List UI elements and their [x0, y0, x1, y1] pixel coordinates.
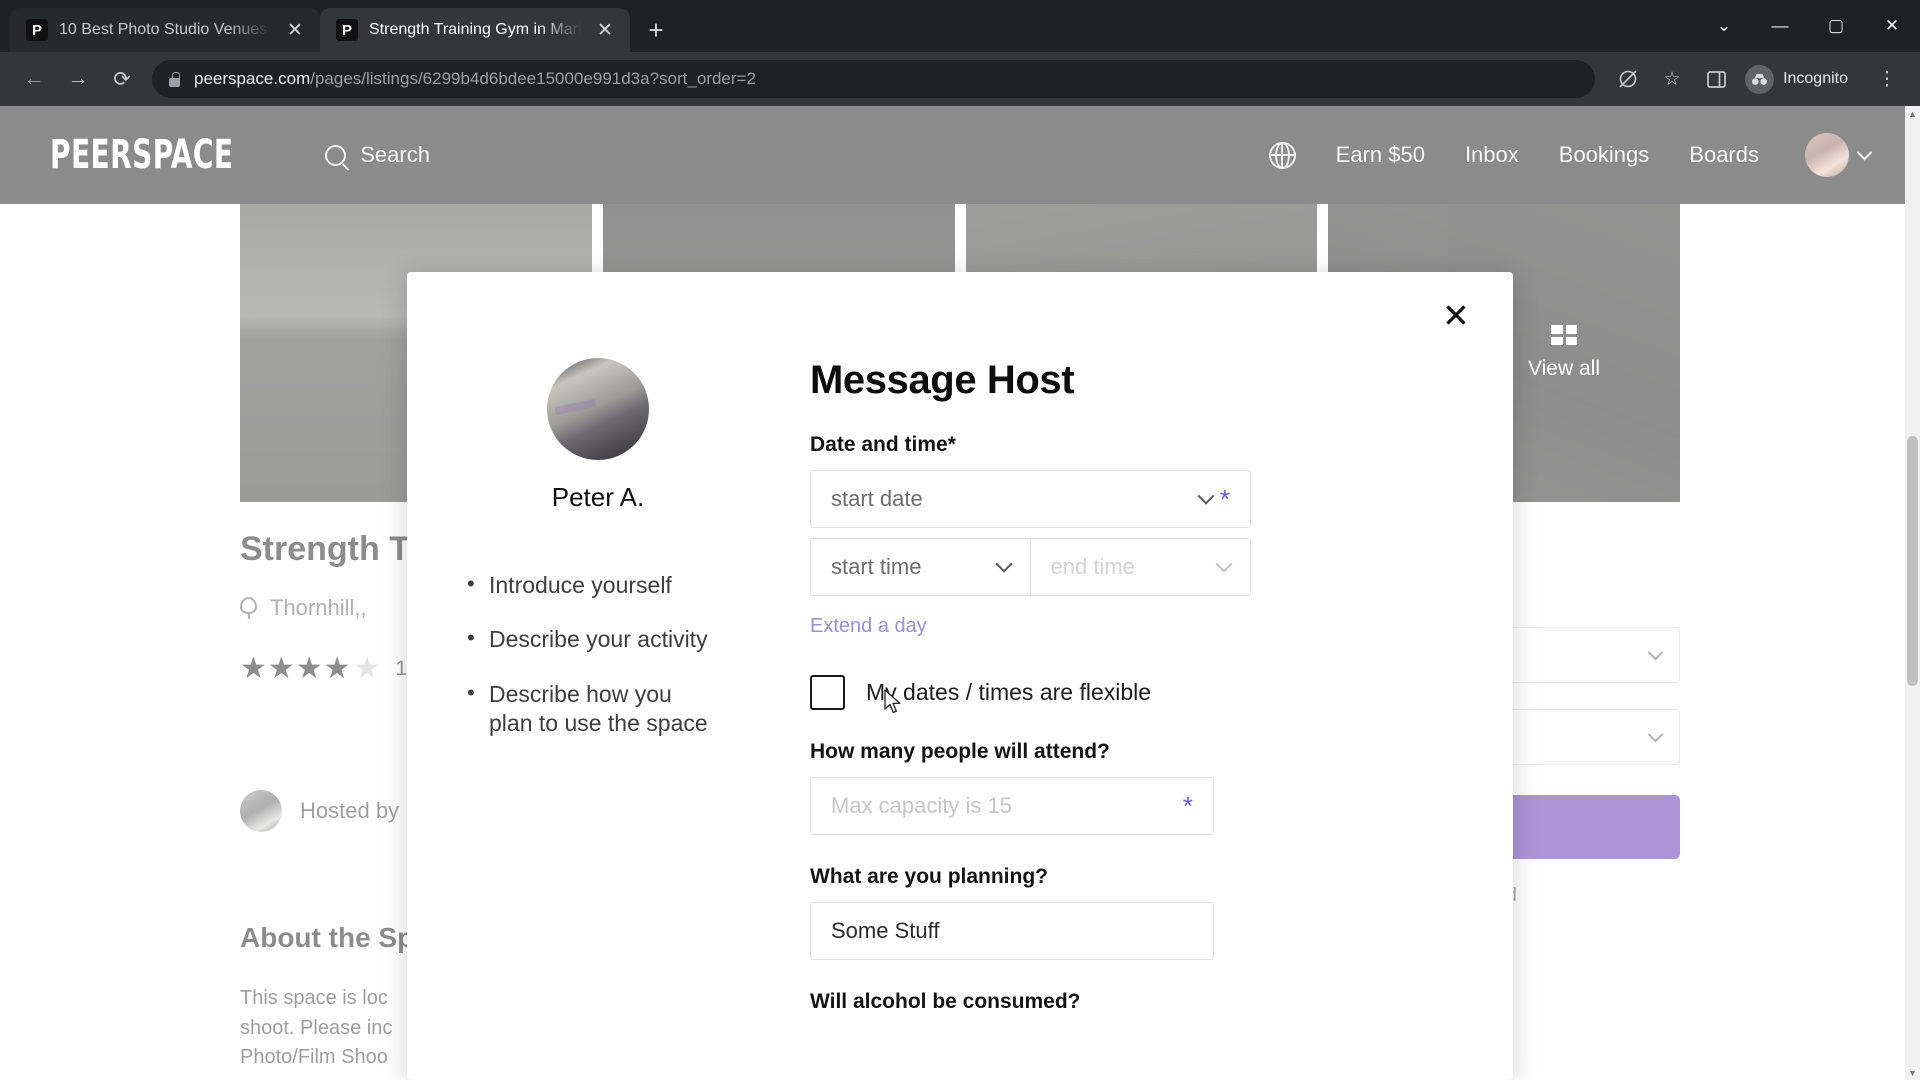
incognito-label: Incognito: [1783, 70, 1848, 87]
planning-label: What are you planning?: [810, 865, 1049, 888]
bookmark-star-icon[interactable]: ☆: [1653, 60, 1691, 98]
chevron-down-icon: [1215, 555, 1233, 573]
browser-window: P 10 Best Photo Studio Venues - T ✕ P St…: [0, 0, 1920, 1080]
scrollbar-thumb[interactable]: [1907, 436, 1918, 686]
lock-icon: [168, 71, 181, 87]
chevron-down-icon[interactable]: ⌄: [1696, 4, 1752, 48]
browser-tab-2[interactable]: P Strength Training Gym in Markha ✕: [320, 8, 630, 52]
back-button[interactable]: ←: [14, 59, 54, 99]
side-panel-icon[interactable]: [1697, 60, 1735, 98]
tab-favicon-icon: P: [26, 19, 48, 41]
scroll-down-arrow[interactable]: ▼: [1905, 1065, 1920, 1080]
chevron-down-icon: [995, 555, 1012, 573]
maximize-button[interactable]: ▢: [1808, 4, 1864, 48]
time-range-row: start time end time: [810, 538, 1251, 596]
list-item: Describe how you plan to use the space: [467, 679, 717, 739]
url-path: /pages/listings/6299b4d6bdee15000e991d3a…: [310, 69, 756, 88]
incognito-icon: [1745, 64, 1775, 94]
flexible-dates-row[interactable]: My dates / times are flexible: [810, 675, 1513, 710]
alcohol-label: Will alcohol be consumed?: [810, 990, 1081, 1013]
start-date-placeholder: start date: [831, 486, 923, 511]
chevron-down-icon[interactable]: [1197, 487, 1215, 505]
address-bar-url: peerspace.com/pages/listings/6299b4d6bde…: [194, 69, 756, 89]
modal-form-panel: Message Host Date and time* start date *…: [789, 358, 1513, 1080]
close-window-button[interactable]: ✕: [1864, 4, 1920, 48]
attendees-label: How many people will attend?: [810, 740, 1110, 763]
message-host-modal: ✕ Peter A. Introduce yourself Describe y…: [407, 272, 1513, 1080]
flexible-dates-checkbox[interactable]: [810, 675, 845, 710]
tab-title: Strength Training Gym in Markha: [369, 21, 581, 38]
flexible-dates-label: My dates / times are flexible: [866, 679, 1152, 705]
omnibox-row: ← → ⟳ peerspace.com/pages/listings/6299b…: [0, 52, 1920, 106]
tab-close-icon[interactable]: ✕: [592, 17, 618, 43]
attendees-placeholder: Max capacity is 15: [831, 793, 1012, 818]
address-bar[interactable]: peerspace.com/pages/listings/6299b4d6bde…: [152, 60, 1596, 98]
tab-strip: P 10 Best Photo Studio Venues - T ✕ P St…: [0, 0, 1920, 52]
planning-value: Some Stuff: [831, 918, 940, 943]
page-scrollbar[interactable]: ▲ ▼: [1905, 106, 1920, 1080]
scroll-up-arrow[interactable]: ▲: [1905, 106, 1920, 121]
reload-button[interactable]: ⟳: [102, 59, 142, 99]
start-date-input[interactable]: start date *: [810, 470, 1251, 528]
minimize-button[interactable]: —: [1752, 4, 1808, 48]
modal-left-panel: Peter A. Introduce yourself Describe you…: [407, 358, 789, 1080]
modal-title: Message Host: [810, 358, 1075, 402]
tab-favicon-icon: P: [336, 19, 358, 41]
start-time-placeholder: start time: [831, 554, 922, 579]
attendees-input[interactable]: Max capacity is 15 *: [810, 777, 1214, 835]
window-controls: ⌄ — ▢ ✕: [1696, 0, 1920, 52]
message-tips-list: Introduce yourself Describe your activit…: [407, 570, 717, 764]
end-time-placeholder: end time: [1050, 554, 1135, 579]
start-time-select[interactable]: start time: [810, 538, 1031, 596]
browser-tab-1[interactable]: P 10 Best Photo Studio Venues - T ✕: [10, 8, 320, 52]
list-item: Introduce yourself: [467, 570, 717, 600]
tab-close-icon[interactable]: ✕: [282, 17, 308, 43]
date-time-label: Date and time*: [810, 433, 956, 456]
host-avatar: [547, 358, 649, 460]
end-time-select[interactable]: end time: [1030, 538, 1251, 596]
extend-a-day-link[interactable]: Extend a day: [810, 615, 1513, 638]
forward-button[interactable]: →: [58, 59, 98, 99]
page-viewport: PEERSPACE Search Earn $50 Inbox Bookings…: [0, 106, 1920, 1080]
start-date-adornment: *: [1197, 486, 1230, 512]
omnibox-actions: ☆ Incognito ⋮: [1609, 60, 1906, 98]
url-domain: peerspace.com: [194, 69, 311, 88]
list-item: Describe your activity: [467, 624, 717, 654]
new-tab-button[interactable]: +: [638, 12, 674, 48]
cookie-blocked-icon[interactable]: [1609, 60, 1647, 98]
close-icon[interactable]: ✕: [1435, 294, 1477, 336]
incognito-profile-button[interactable]: Incognito: [1741, 61, 1862, 97]
tab-title: 10 Best Photo Studio Venues - T: [59, 21, 271, 38]
planning-input[interactable]: Some Stuff: [810, 902, 1214, 960]
host-name: Peter A.: [551, 482, 645, 512]
browser-menu-icon[interactable]: ⋮: [1868, 60, 1906, 98]
